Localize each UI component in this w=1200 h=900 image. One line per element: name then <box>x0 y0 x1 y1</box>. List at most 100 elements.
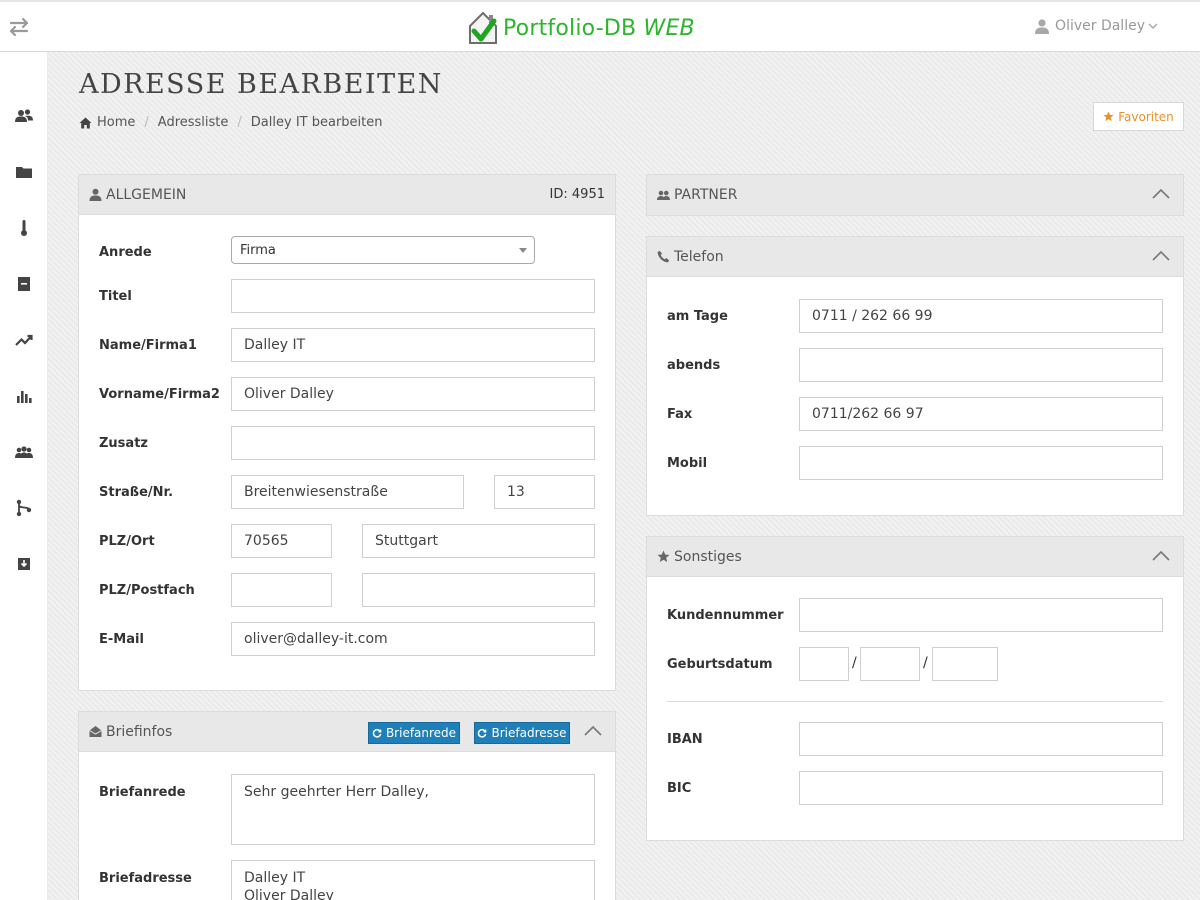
postfach-plz-input[interactable] <box>231 573 332 607</box>
anrede-selected-value: Firma <box>240 242 276 258</box>
panel-partner: PARTNER <box>646 174 1184 216</box>
briefanrede-label: Briefanrede <box>99 785 186 800</box>
phone-day-input[interactable] <box>799 299 1163 333</box>
sidebar <box>0 52 48 900</box>
briefanrede-textarea[interactable]: Sehr geehrter Herr Dalley, <box>231 774 595 845</box>
thermometer-icon <box>21 220 27 236</box>
sidebar-item-thermometer[interactable] <box>0 208 48 248</box>
mobil-label: Mobil <box>667 456 708 471</box>
briefadresse-button-label: Briefadresse <box>491 726 567 740</box>
refresh-icon <box>478 729 487 738</box>
chevron-up-icon[interactable] <box>1151 188 1171 200</box>
user-name: Oliver Dalley <box>1055 18 1145 34</box>
sidebar-item-trends[interactable] <box>0 320 48 360</box>
briefanrede-refresh-button[interactable]: Briefanrede <box>368 722 460 744</box>
abends-label: abends <box>667 358 721 373</box>
name-label: Name/Firma1 <box>99 338 197 353</box>
briefanrede-button-label: Briefanrede <box>385 726 457 740</box>
star-icon <box>1103 111 1114 122</box>
panel-telefon: Telefon am Tage abends Fax Mobil <box>646 236 1184 516</box>
sidebar-item-branches[interactable] <box>0 488 48 528</box>
chevron-up-icon[interactable] <box>1151 550 1171 562</box>
postfach-input[interactable] <box>362 573 595 607</box>
user-menu[interactable]: Oliver Dalley <box>1034 18 1158 34</box>
star-icon <box>657 550 670 562</box>
download-icon <box>18 558 30 570</box>
bic-label: BIC <box>667 781 692 796</box>
trending-up-icon <box>15 334 33 346</box>
breadcrumb-current: Dalley IT bearbeiten <box>250 115 383 130</box>
name-input[interactable] <box>231 328 595 362</box>
titel-label: Titel <box>99 289 132 304</box>
panel-sonstiges: Sonstiges Kundennummer Geburtsdatum / / … <box>646 536 1184 841</box>
bic-input[interactable] <box>799 771 1163 805</box>
chevron-down-icon <box>1148 23 1158 29</box>
plz-input[interactable] <box>231 524 332 558</box>
sidebar-item-contacts[interactable] <box>0 96 48 136</box>
home-icon <box>79 117 92 128</box>
brand[interactable]: Portfolio-DB WEB <box>467 8 695 48</box>
refresh-icon <box>372 729 382 738</box>
breadcrumb-home[interactable]: Home <box>97 115 135 130</box>
sidebar-item-statistics[interactable] <box>0 376 48 416</box>
house-check-logo-icon <box>469 11 497 44</box>
hausnummer-input[interactable] <box>494 475 595 509</box>
date-separator: / <box>923 655 928 671</box>
anrede-select[interactable]: Firma <box>231 236 535 264</box>
strasse-input[interactable] <box>231 475 464 509</box>
birth-year-input[interactable] <box>932 647 998 681</box>
geburtsdatum-label: Geburtsdatum <box>667 657 773 672</box>
date-separator: / <box>852 655 857 671</box>
sidebar-item-groups[interactable] <box>0 432 48 472</box>
zusatz-label: Zusatz <box>99 436 148 451</box>
phone-evening-input[interactable] <box>799 348 1163 382</box>
email-input[interactable] <box>231 622 595 656</box>
swap-arrows-icon[interactable] <box>8 17 30 37</box>
birth-day-input[interactable] <box>799 647 849 681</box>
favorites-button[interactable]: Favoriten <box>1093 102 1184 131</box>
strasse-label: Straße/Nr. <box>99 485 174 500</box>
favorites-label: Favoriten <box>1118 109 1174 124</box>
sidebar-item-download[interactable] <box>0 544 48 584</box>
customer-number-input[interactable] <box>799 598 1163 632</box>
birth-month-input[interactable] <box>860 647 920 681</box>
record-id-label: ID: 4951 <box>549 187 605 202</box>
mobile-input[interactable] <box>799 446 1163 480</box>
briefadresse-textarea[interactable]: Dalley IT Oliver Dalley <box>231 860 595 900</box>
users-icon <box>15 109 33 122</box>
ort-input[interactable] <box>362 524 595 558</box>
user-icon <box>89 188 102 201</box>
briefadresse-refresh-button[interactable]: Briefadresse <box>474 722 570 744</box>
breadcrumb-address-list[interactable]: Adressliste <box>158 115 229 130</box>
zusatz-input[interactable] <box>231 426 595 460</box>
panel-partner-title: PARTNER <box>674 187 738 203</box>
page-title: ADRESSE BEARBEITEN <box>79 69 443 100</box>
vorname-input[interactable] <box>231 377 595 411</box>
plz-postfach-label: PLZ/Postfach <box>99 583 195 598</box>
fax-input[interactable] <box>799 397 1163 431</box>
vorname-label: Vorname/Firma2 <box>99 387 220 402</box>
panel-sonstiges-header: Sonstiges <box>647 537 1183 577</box>
panel-telefon-title: Telefon <box>674 248 724 265</box>
sidebar-item-book[interactable] <box>0 264 48 304</box>
fax-label: Fax <box>667 407 693 422</box>
brand-title: Portfolio-DB WEB <box>503 15 695 41</box>
breadcrumb-separator: / <box>237 115 242 130</box>
panel-telefon-header: Telefon <box>647 237 1183 277</box>
users-icon <box>657 190 670 200</box>
sidebar-item-folders[interactable] <box>0 152 48 192</box>
panel-partner-header: PARTNER <box>647 175 1183 215</box>
envelope-open-icon <box>89 726 102 737</box>
section-divider <box>667 701 1163 702</box>
titel-input[interactable] <box>231 279 595 313</box>
chevron-up-icon[interactable] <box>1151 250 1171 262</box>
phone-icon <box>657 250 670 263</box>
am-tage-label: am Tage <box>667 309 728 324</box>
briefadresse-label: Briefadresse <box>99 871 192 886</box>
iban-input[interactable] <box>799 722 1163 756</box>
breadcrumb: Home / Adressliste / Dalley IT bearbeite… <box>79 115 383 130</box>
caret-down-icon <box>519 248 527 253</box>
chevron-up-icon[interactable] <box>583 725 603 737</box>
breadcrumb-separator: / <box>144 115 149 130</box>
panel-sonstiges-title: Sonstiges <box>674 548 742 565</box>
